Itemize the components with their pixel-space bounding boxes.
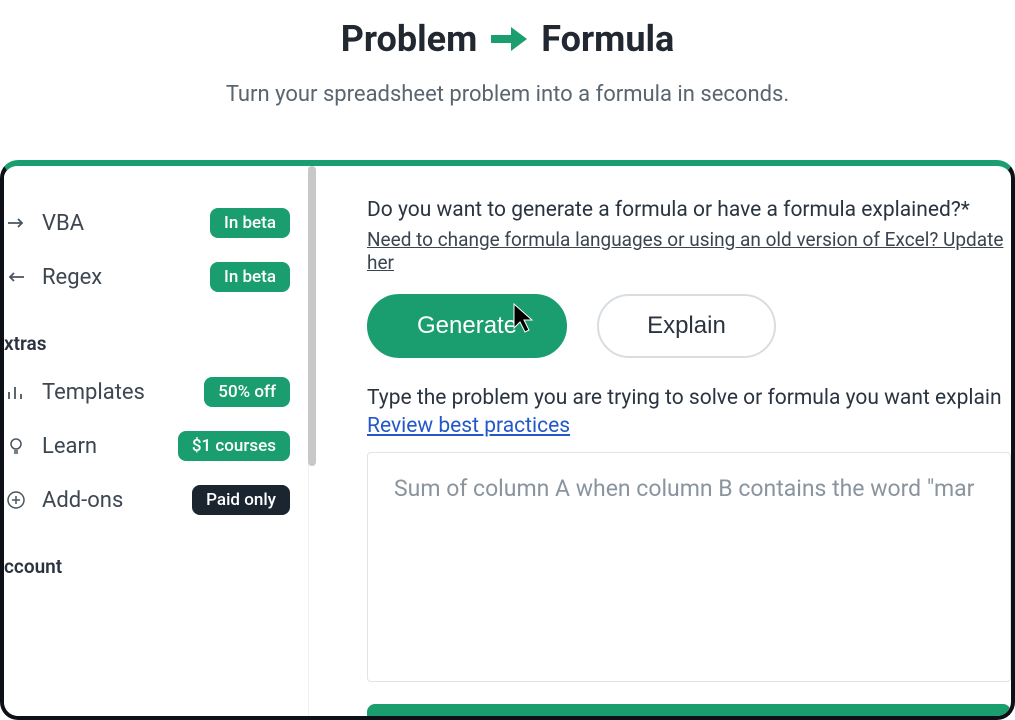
mode-toggle: Generate Explain bbox=[367, 294, 1011, 358]
subtitle: Turn your spreadsheet problem into a for… bbox=[0, 82, 1015, 107]
main-panel: Do you want to generate a formula or hav… bbox=[309, 166, 1011, 716]
chart-icon bbox=[4, 382, 28, 402]
explain-button[interactable]: Explain bbox=[597, 294, 776, 358]
review-practices-link[interactable]: Review best practices bbox=[367, 414, 570, 438]
question-label: Do you want to generate a formula or hav… bbox=[367, 198, 1011, 222]
sidebar-item-vba[interactable]: VBA In beta bbox=[4, 196, 290, 250]
sidebar-item-learn[interactable]: Learn $1 courses bbox=[4, 419, 290, 473]
sidebar-item-templates[interactable]: Templates 50% off bbox=[4, 365, 290, 419]
badge-beta: In beta bbox=[210, 208, 290, 238]
arrow-left-icon bbox=[4, 267, 28, 287]
prompt-label: Type the problem you are trying to solve… bbox=[367, 386, 1011, 410]
sidebar-item-label: Learn bbox=[42, 434, 164, 459]
plus-circle-icon bbox=[4, 490, 28, 510]
generate-button[interactable]: Generate bbox=[367, 294, 567, 358]
page-title: Problem Formula bbox=[0, 18, 1015, 60]
sidebar: VBA In beta Regex In beta xtras Template… bbox=[4, 166, 309, 716]
arrow-right-icon bbox=[489, 23, 529, 55]
badge-paid: Paid only bbox=[192, 485, 290, 515]
sidebar-item-addons[interactable]: Add-ons Paid only bbox=[4, 473, 290, 527]
badge-discount: 50% off bbox=[204, 377, 290, 407]
badge-beta: In beta bbox=[210, 262, 290, 292]
title-right: Formula bbox=[541, 18, 674, 60]
arrow-swap-icon bbox=[4, 213, 28, 233]
submit-button[interactable] bbox=[367, 704, 1011, 720]
sidebar-item-label: VBA bbox=[42, 211, 196, 236]
sidebar-item-label: Templates bbox=[42, 380, 190, 405]
title-left: Problem bbox=[341, 18, 478, 60]
bulb-icon bbox=[4, 436, 28, 456]
problem-input[interactable] bbox=[367, 452, 1011, 682]
sidebar-item-regex[interactable]: Regex In beta bbox=[4, 250, 290, 304]
app-window: VBA In beta Regex In beta xtras Template… bbox=[0, 160, 1015, 720]
sidebar-item-label: Add-ons bbox=[42, 488, 178, 513]
sidebar-item-label: Regex bbox=[42, 265, 196, 290]
badge-courses: $1 courses bbox=[178, 431, 290, 461]
language-settings-link[interactable]: Need to change formula languages or usin… bbox=[367, 228, 1011, 274]
section-account: ccount bbox=[4, 527, 290, 588]
section-extras: xtras bbox=[4, 304, 290, 365]
